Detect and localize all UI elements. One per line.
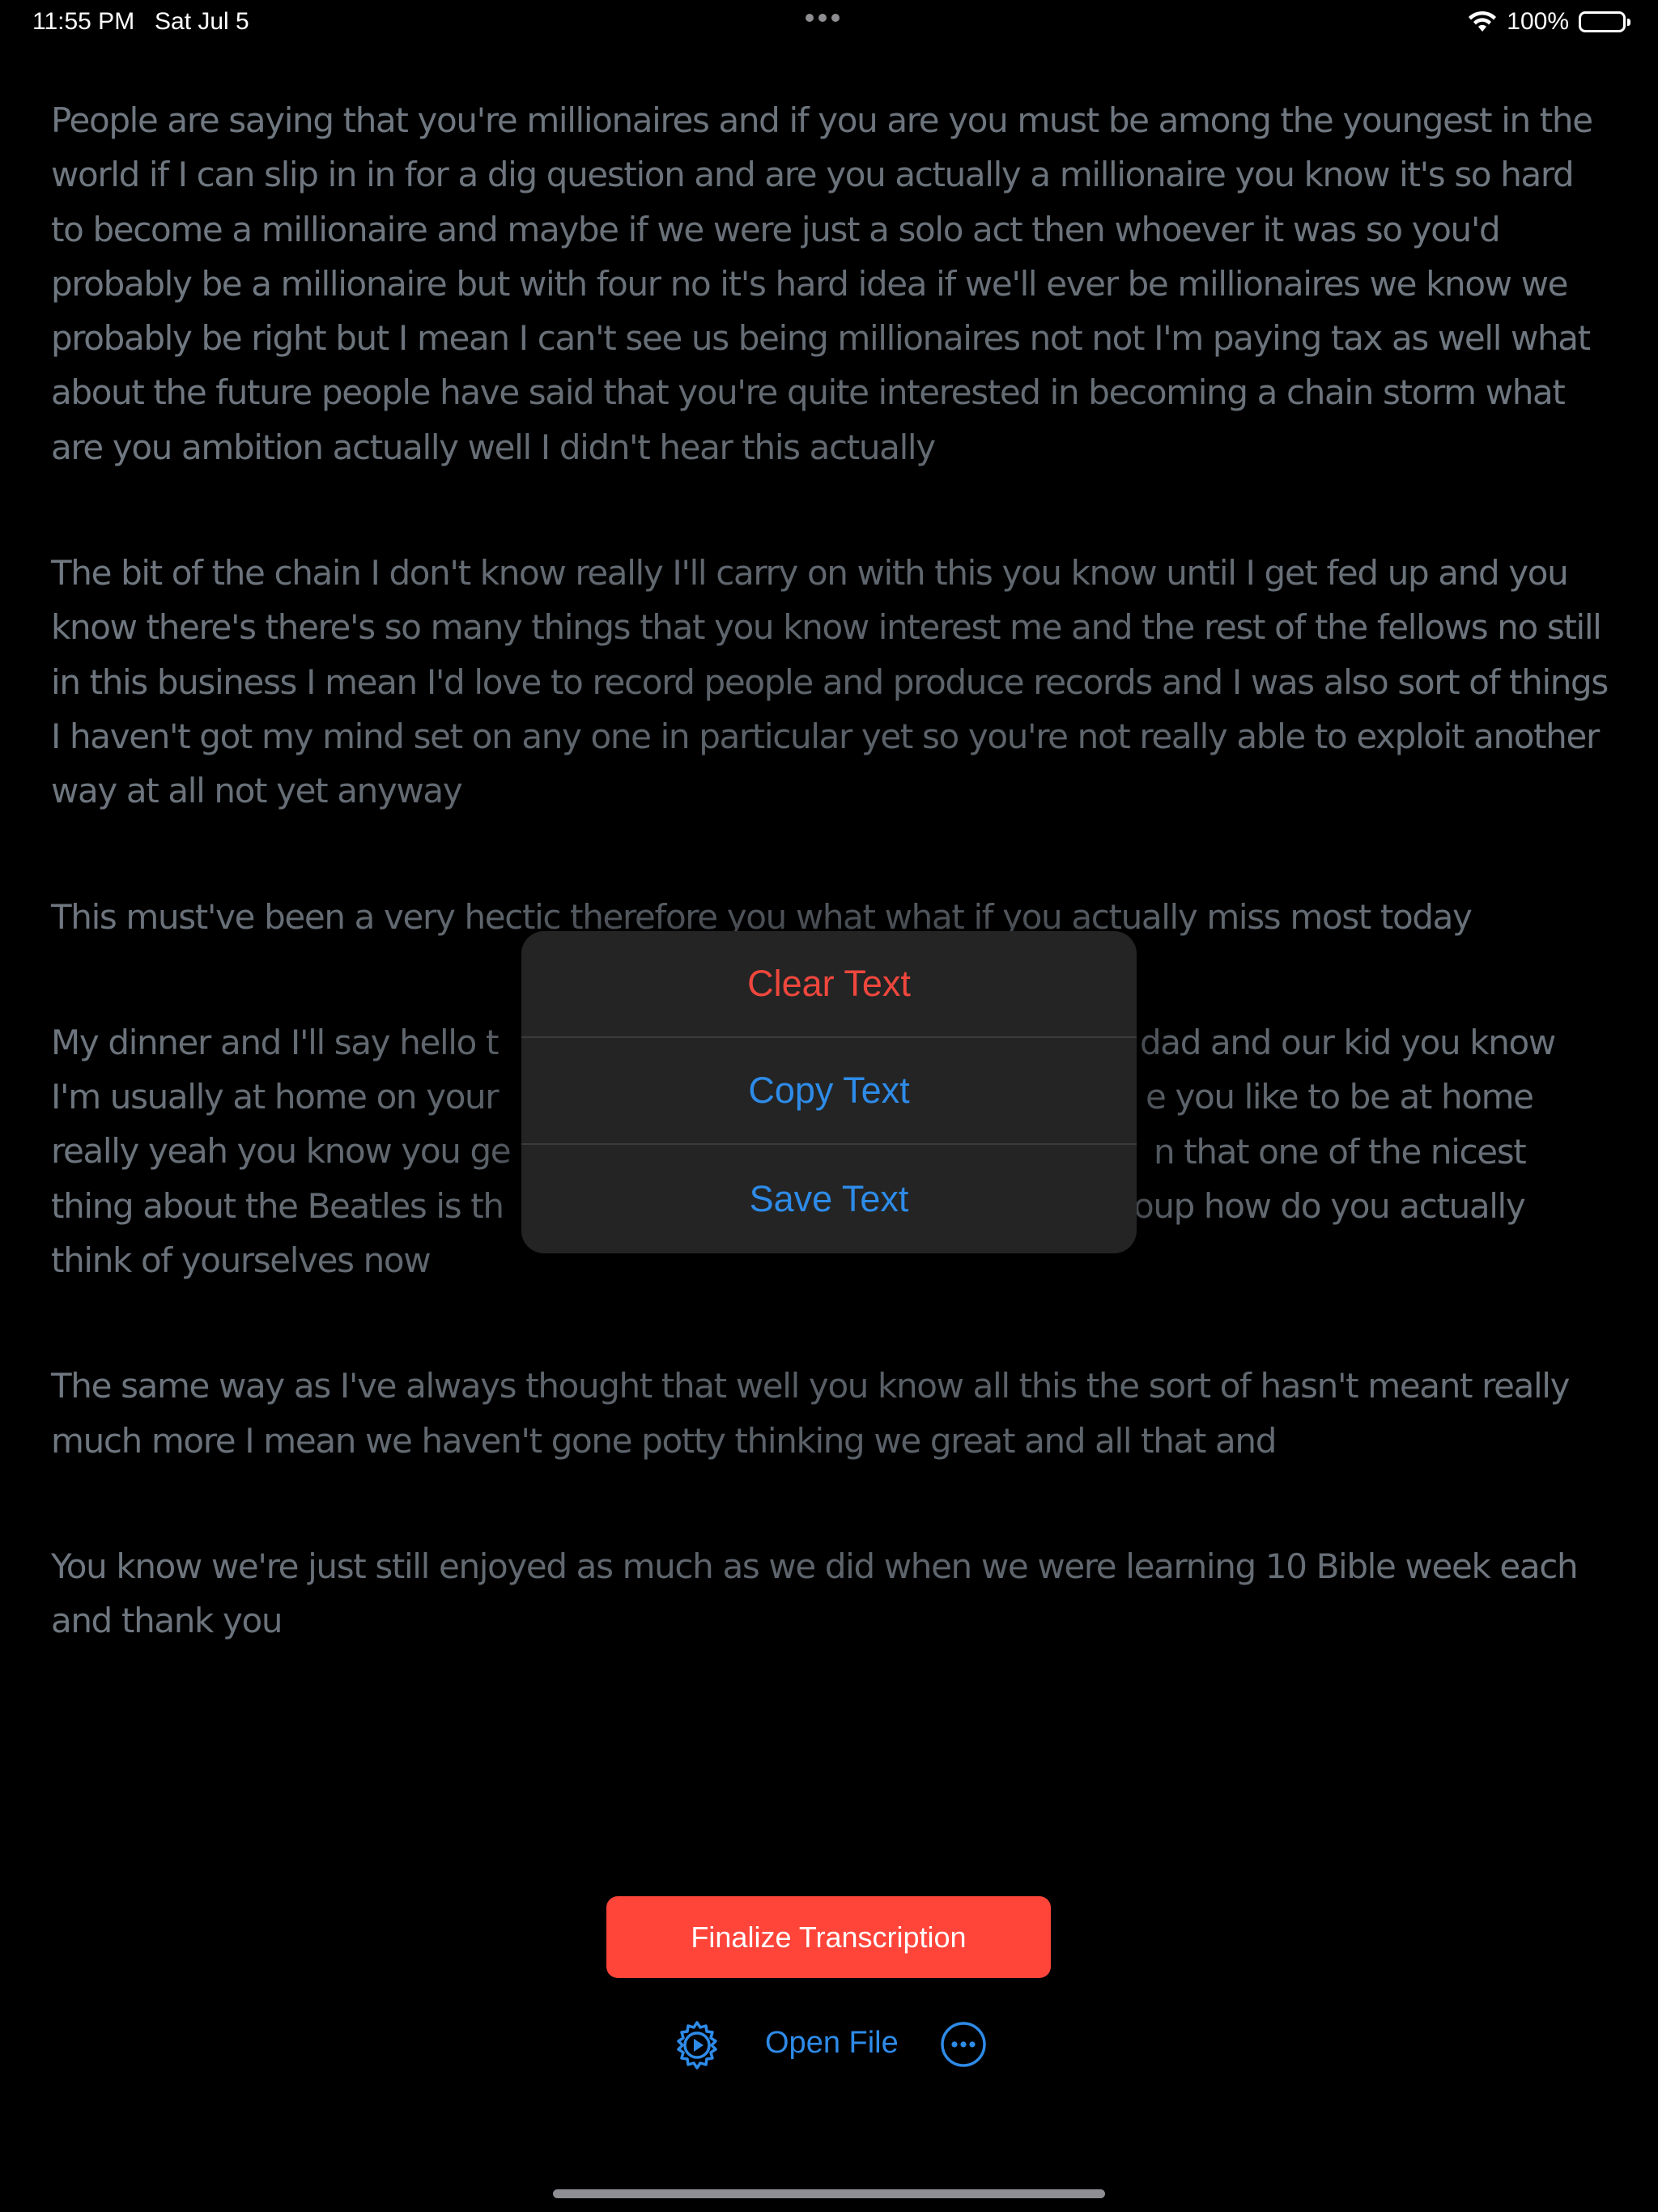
home-indicator[interactable] <box>553 2189 1105 2198</box>
finalize-transcription-button[interactable]: Finalize Transcription <box>606 1896 1051 1978</box>
clear-text-button[interactable]: Clear Text <box>521 931 1137 1038</box>
copy-text-button[interactable]: Copy Text <box>521 1038 1137 1145</box>
transcript-paragraph: People are saying that you're millionair… <box>51 100 1593 467</box>
battery-percentage: 100% <box>1507 8 1569 35</box>
transcript-paragraph: The bit of the chain I don't know really… <box>51 553 1609 811</box>
text-actions-menu: Clear Text Copy Text Save Text <box>521 931 1137 1253</box>
transcript-paragraph: You know we're just still enjoyed as muc… <box>51 1546 1579 1641</box>
multitasking-dots-icon[interactable] <box>806 14 840 22</box>
transcript-line: n that one of the nicest <box>1154 1131 1527 1172</box>
transcript-line: oup how do you actually <box>1133 1185 1526 1226</box>
settings-gear-play-icon[interactable] <box>672 2019 722 2069</box>
transcript-line: dad and our kid you know <box>1140 1022 1556 1062</box>
status-time: 11:55 PM <box>32 8 135 35</box>
transcript-line: I'm usually at home on your <box>51 1077 500 1117</box>
status-date: Sat Jul 5 <box>155 8 249 35</box>
status-bar: 11:55 PM Sat Jul 5 100% <box>0 0 1658 45</box>
save-text-button[interactable]: Save Text <box>521 1145 1137 1253</box>
transcript-line: think of yourselves now <box>51 1240 432 1281</box>
transcript-line: thing about the Beatles is th <box>51 1185 504 1226</box>
transcript-text[interactable]: People are saying that you're millionair… <box>51 93 1609 1720</box>
bottom-toolbar: Open File <box>0 2019 1658 2069</box>
transcript-line: e you like to be at home <box>1146 1076 1534 1117</box>
transcript-line: really yeah you know you ge <box>51 1131 512 1172</box>
transcript-paragraph: The same way as I've always thought that… <box>51 1366 1570 1461</box>
open-file-link[interactable]: Open File <box>765 2026 899 2061</box>
transcript-line: My dinner and I'll say hello t <box>51 1022 499 1062</box>
more-ellipsis-icon[interactable] <box>938 2019 988 2069</box>
status-right: 100% <box>1468 8 1630 36</box>
battery-full-icon <box>1579 11 1630 32</box>
wifi-icon <box>1468 11 1497 33</box>
